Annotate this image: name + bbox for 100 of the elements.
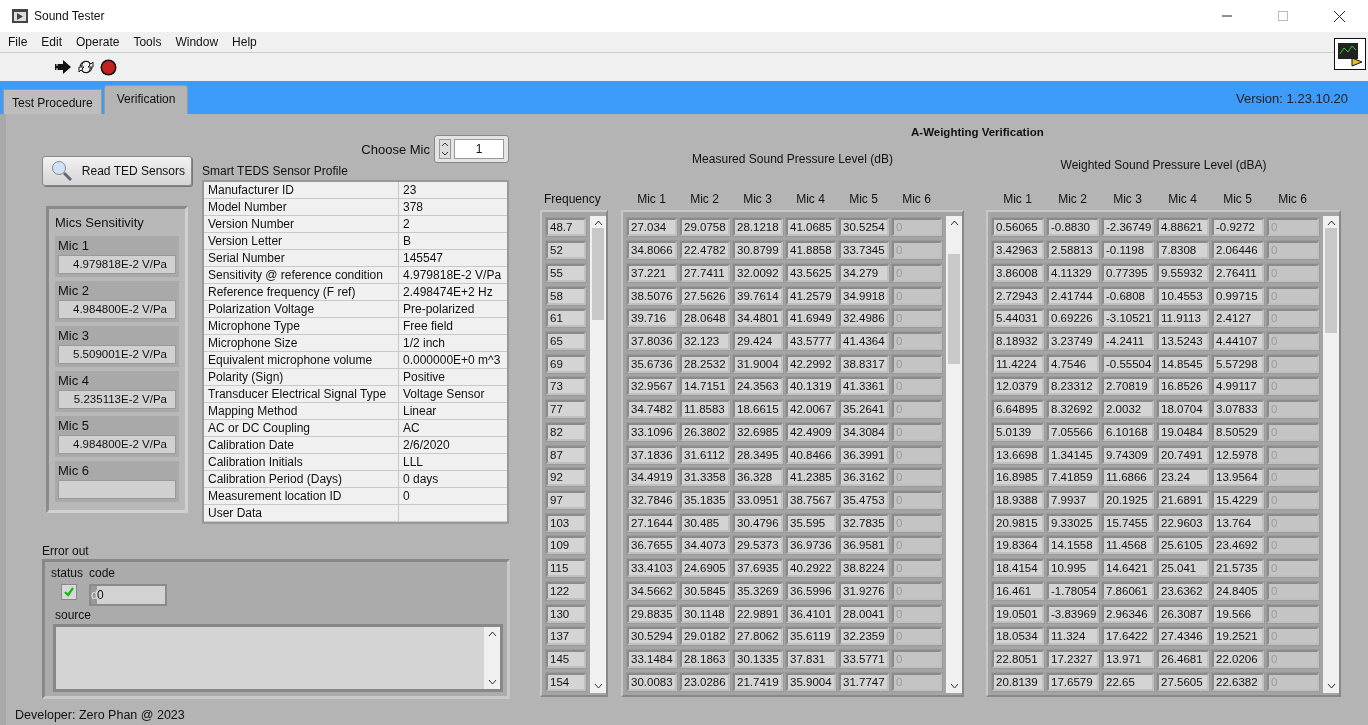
data-cell: 23.6362 bbox=[1157, 581, 1209, 600]
table-cell-text: 0 days bbox=[402, 471, 440, 487]
column-header: Mic 2 bbox=[1057, 192, 1088, 208]
code-field: d0 bbox=[89, 584, 167, 606]
scroll-down-icon[interactable] bbox=[1326, 683, 1336, 689]
menu-item[interactable]: Window bbox=[175, 35, 219, 49]
data-cell: -3.83969 bbox=[1047, 604, 1099, 623]
frequency-cell: 145 bbox=[546, 650, 586, 668]
run-arrow-icon[interactable] bbox=[54, 60, 72, 74]
read-ted-sensors-button[interactable]: Read TED Sensors bbox=[42, 156, 192, 186]
data-cell: 27.1644 bbox=[627, 513, 677, 532]
abort-stop-icon[interactable] bbox=[100, 58, 117, 76]
data-cell: 17.2327 bbox=[1047, 650, 1099, 668]
table-cell: Transducer Electrical Signal Type bbox=[204, 386, 399, 402]
scrollbar[interactable] bbox=[946, 216, 962, 693]
scroll-thumb[interactable] bbox=[592, 228, 604, 320]
data-cell: 27.5605 bbox=[1157, 672, 1209, 691]
data-cell: 38.5076 bbox=[627, 286, 677, 305]
table-cell-text: Linear bbox=[402, 403, 438, 419]
table-cell-text: B bbox=[402, 233, 412, 249]
scroll-down-icon[interactable] bbox=[593, 683, 603, 689]
data-cell: 30.1335 bbox=[733, 650, 783, 668]
table-cell-text: Positive bbox=[402, 369, 447, 385]
scroll-down-icon[interactable] bbox=[949, 683, 959, 689]
data-cell: 29.5373 bbox=[733, 536, 783, 555]
data-cell: 16.461 bbox=[992, 581, 1044, 600]
data-cell: 4.11329 bbox=[1047, 263, 1099, 282]
data-cell: 35.2641 bbox=[839, 400, 889, 419]
frequency-cell: 122 bbox=[546, 581, 586, 600]
scroll-thumb[interactable] bbox=[1325, 228, 1337, 333]
column-header: Mic 6 bbox=[901, 192, 932, 208]
data-cell: 31.7747 bbox=[839, 672, 889, 691]
menu-item[interactable]: Help bbox=[232, 35, 257, 49]
data-cell: 32.9567 bbox=[627, 377, 677, 396]
data-cell: 14.6421 bbox=[1102, 559, 1154, 578]
data-cell: 43.5777 bbox=[786, 331, 836, 350]
scroll-up-icon[interactable] bbox=[949, 220, 959, 226]
frequency-cell: 92 bbox=[546, 468, 586, 487]
data-cell: 21.7419 bbox=[733, 672, 783, 691]
data-cell: -2.36749 bbox=[1102, 218, 1154, 237]
menu-item[interactable]: Tools bbox=[133, 35, 162, 49]
data-cell: 19.8364 bbox=[992, 536, 1044, 555]
run-continuously-icon[interactable] bbox=[78, 59, 94, 75]
column-header: Mic 3 bbox=[742, 192, 773, 208]
data-cell: 27.5626 bbox=[680, 286, 730, 305]
sensitivity-field: 5.235113E-2 V/Pa bbox=[58, 390, 176, 409]
data-cell: 22.0206 bbox=[1212, 650, 1264, 668]
column-header: Mic 5 bbox=[848, 192, 879, 208]
scrollbar[interactable] bbox=[590, 216, 606, 693]
data-cell: 31.3358 bbox=[680, 468, 730, 487]
sensitivity-field: 4.979818E-2 V/Pa bbox=[58, 255, 176, 274]
data-cell: 5.57298 bbox=[1212, 354, 1264, 373]
data-cell: 32.123 bbox=[680, 331, 730, 350]
decrement-icon[interactable] bbox=[440, 149, 450, 158]
data-cell: 11.324 bbox=[1047, 627, 1099, 646]
frequency-cell: 109 bbox=[546, 536, 586, 555]
data-cell: 32.2359 bbox=[839, 627, 889, 646]
menu-item[interactable]: File bbox=[8, 35, 28, 49]
data-cell: 30.0083 bbox=[627, 672, 677, 691]
menu-item[interactable]: Edit bbox=[41, 35, 63, 49]
scroll-down-icon[interactable] bbox=[487, 679, 497, 685]
data-cell: 36.328 bbox=[733, 468, 783, 487]
data-cell: 40.2922 bbox=[786, 559, 836, 578]
scroll-up-icon[interactable] bbox=[1326, 220, 1336, 226]
increment-icon[interactable] bbox=[440, 140, 450, 149]
data-cell: 24.3563 bbox=[733, 377, 783, 396]
column-header: Mic 3 bbox=[1112, 192, 1143, 208]
data-cell: 8.23312 bbox=[1047, 377, 1099, 396]
app-icon bbox=[12, 8, 28, 24]
data-cell: 22.6382 bbox=[1212, 672, 1264, 691]
scroll-thumb[interactable] bbox=[948, 254, 960, 364]
data-cell: 35.9004 bbox=[786, 672, 836, 691]
sensitivity-field: 4.984800E-2 V/Pa bbox=[58, 435, 176, 454]
vi-icon bbox=[1334, 38, 1366, 70]
table-cell: Polarization Voltage bbox=[204, 301, 399, 317]
scrollbar[interactable] bbox=[1323, 216, 1339, 693]
data-cell: 34.7482 bbox=[627, 400, 677, 419]
tab[interactable]: Verification bbox=[103, 85, 189, 114]
table-cell-text: 378 bbox=[402, 199, 425, 215]
data-cell: 38.8224 bbox=[839, 559, 889, 578]
scroll-up-icon[interactable] bbox=[593, 220, 603, 226]
data-cell: 39.7614 bbox=[733, 286, 783, 305]
data-cell: 6.10168 bbox=[1102, 422, 1154, 441]
data-cell: 9.55932 bbox=[1157, 263, 1209, 282]
scroll-up-icon[interactable] bbox=[487, 631, 497, 637]
data-cell: 13.5243 bbox=[1157, 331, 1209, 350]
data-cell: 4.7546 bbox=[1047, 354, 1099, 373]
mic-number-control[interactable]: 1 bbox=[434, 135, 509, 163]
data-cell: 36.4101 bbox=[786, 604, 836, 623]
menu-item[interactable]: Operate bbox=[76, 35, 120, 49]
data-cell: 15.4229 bbox=[1212, 491, 1264, 509]
data-cell: 41.8858 bbox=[786, 241, 836, 260]
data-cell: -4.2411 bbox=[1102, 331, 1154, 350]
tab[interactable]: Test Procedure bbox=[3, 89, 102, 114]
data-cell: 39.716 bbox=[627, 309, 677, 328]
close-icon[interactable] bbox=[1334, 10, 1345, 22]
data-cell: 27.034 bbox=[627, 218, 677, 237]
data-cell: 27.7411 bbox=[680, 263, 730, 282]
data-cell: 2.06446 bbox=[1212, 241, 1264, 260]
data-cell: 27.8062 bbox=[733, 627, 783, 646]
